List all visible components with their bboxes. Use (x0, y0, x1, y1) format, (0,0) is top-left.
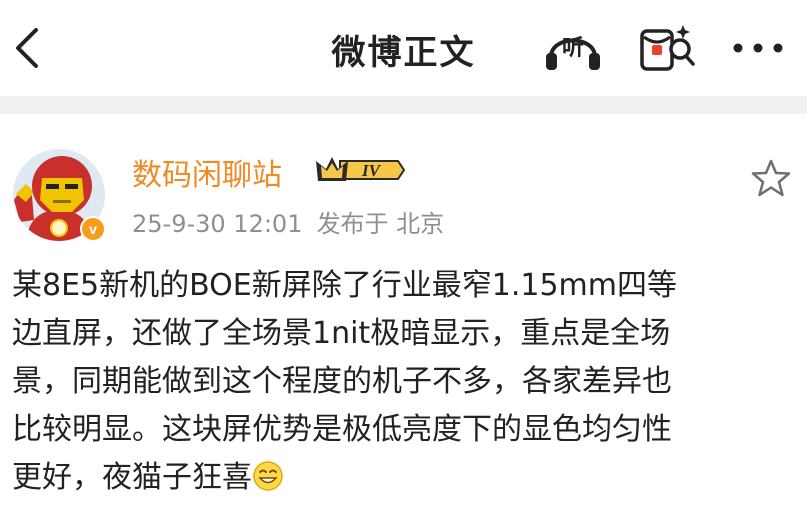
back-button[interactable] (10, 24, 50, 72)
verified-mark: v (89, 221, 97, 237)
weibo-post-page: 微博正文 听 v 数码闲聊站 IV 25-9-30 12:01 发布于 北京 某… (0, 0, 807, 525)
grin-emoji-icon (253, 461, 283, 491)
level-badge[interactable]: IV (314, 153, 406, 187)
post-content: 某8E5新机的BOE新屏除了行业最窄1.15mm四等 边直屏，还做了全场景1ni… (12, 262, 792, 502)
author-name[interactable]: 数码闲聊站 (132, 150, 282, 194)
crown-level-icon: IV (316, 157, 406, 181)
listen-label: 听 (561, 36, 584, 61)
post-location: 发布于 北京 (316, 210, 445, 238)
more-dots-icon (733, 43, 783, 53)
post-text-line: 边直屏，还做了全场景1nit极暗显示，重点是全场 (12, 316, 671, 351)
red-packet-icon (640, 25, 695, 71)
more-options-button[interactable] (728, 30, 788, 66)
top-nav-bar: 微博正文 听 (0, 0, 807, 96)
author-avatar[interactable]: v (12, 148, 106, 242)
chevron-left-icon (16, 28, 38, 68)
section-divider (0, 96, 807, 114)
post-text-line: 更好，夜猫子狂喜 (12, 460, 252, 495)
post-meta: 25-9-30 12:01 发布于 北京 (132, 204, 444, 239)
verified-badge-icon: v (80, 216, 106, 242)
favorite-button[interactable] (751, 158, 791, 198)
post-text-last-line: 更好，夜猫子狂喜 (12, 454, 792, 502)
post-text-line: 景，同期能做到这个程度的机子不多，各家差异也 (12, 364, 672, 399)
post-time: 25-9-30 12:01 (132, 210, 303, 238)
post-text-line: 比较明显。这块屏优势是极低亮度下的显色均匀性 (12, 412, 672, 447)
red-packet-button[interactable] (636, 21, 700, 75)
listen-button[interactable]: 听 (541, 23, 605, 73)
star-outline-icon (751, 159, 791, 197)
level-label: IV (361, 161, 382, 180)
post-text-line: 某8E5新机的BOE新屏除了行业最窄1.15mm四等 (12, 268, 677, 303)
